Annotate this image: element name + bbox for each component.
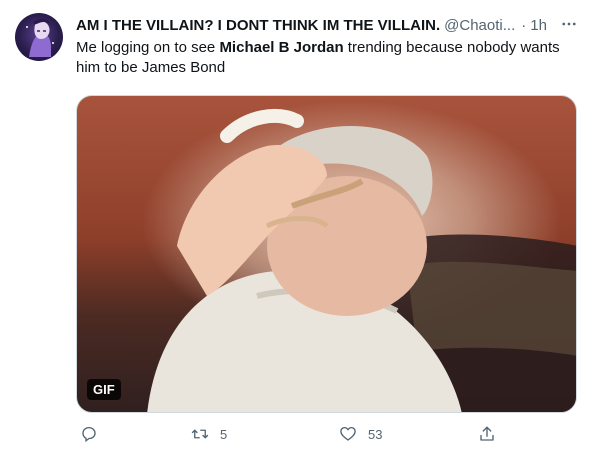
retweet-count: 5 (220, 426, 228, 442)
tweet-card[interactable]: AM I THE VILLAIN? I DONT THINK IM THE VI… (0, 0, 595, 465)
separator: · (521, 16, 527, 34)
gif-badge: GIF (87, 379, 121, 400)
tweet-text: Me logging on to see Michael B Jordan tr… (76, 38, 566, 78)
gif-frame-illustration (147, 109, 576, 412)
gif-media[interactable]: GIF (76, 95, 577, 413)
display-name[interactable]: AM I THE VILLAIN? I DONT THINK IM THE VI… (76, 17, 440, 34)
reply-icon (82, 426, 96, 443)
heart-icon (340, 426, 356, 441)
reply-button[interactable] (80, 425, 108, 443)
retweet-button[interactable]: 5 (190, 425, 227, 443)
share-icon (480, 426, 494, 441)
avatar[interactable] (15, 13, 63, 61)
user-handle[interactable]: @Chaoti... (444, 17, 515, 34)
tweet-text-bold: Michael B Jordan (219, 39, 344, 56)
tweet-header: AM I THE VILLAIN? I DONT THINK IM THE VI… (76, 14, 581, 36)
tweet-text-part: Me logging on to see (76, 39, 220, 56)
timestamp[interactable]: 1h (530, 17, 547, 34)
like-count: 53 (368, 426, 383, 442)
share-button[interactable] (478, 425, 496, 443)
tweet-actions: 5 53 (76, 423, 496, 447)
more-options-button[interactable] (557, 12, 581, 36)
retweet-icon (191, 429, 209, 439)
like-button[interactable]: 53 (338, 425, 382, 443)
more-horizontal-icon (562, 22, 576, 26)
avatar-illustration (26, 18, 54, 57)
